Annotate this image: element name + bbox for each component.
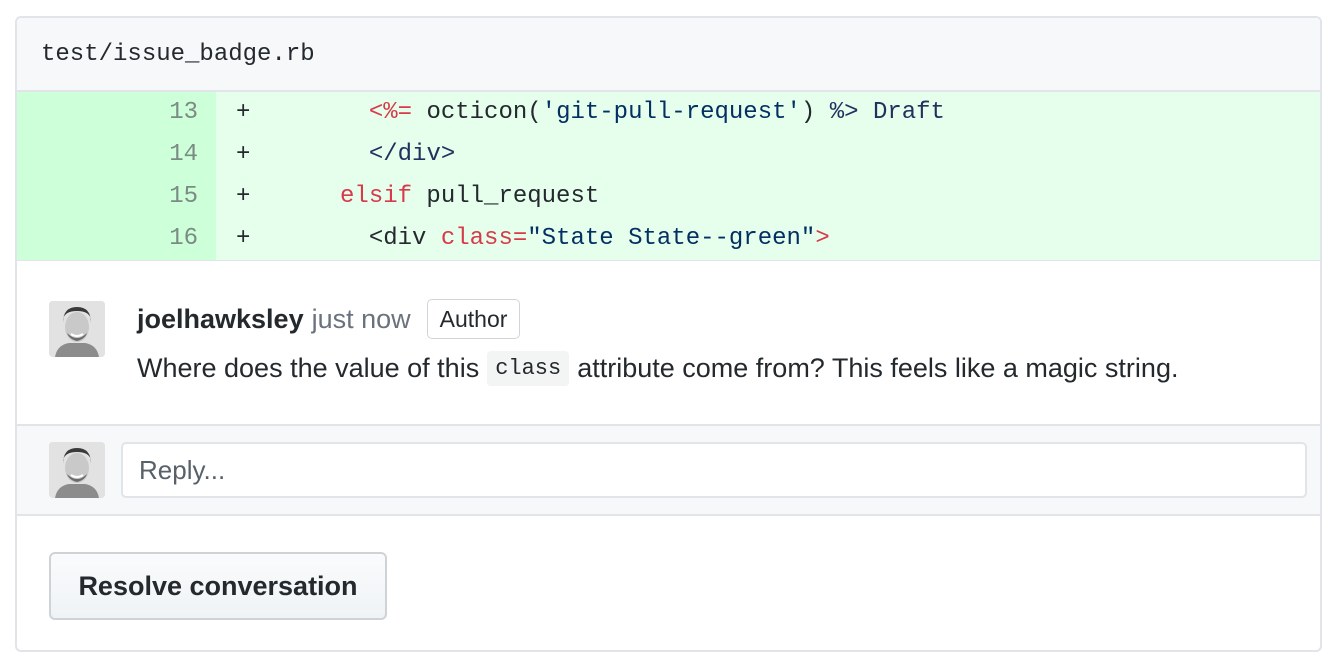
- author-badge: Author: [426, 299, 521, 339]
- comment-text-before: Where does the value of this: [137, 353, 480, 383]
- code-token: elsif: [340, 183, 413, 210]
- avatar-photo-icon: [49, 442, 105, 498]
- diff-addition-marker: +: [236, 141, 251, 168]
- code-token: ): [800, 99, 830, 126]
- code-token: >: [815, 225, 830, 252]
- reply-avatar: [49, 442, 105, 498]
- code-token: <%=: [368, 99, 413, 126]
- comment-text-after: attribute come from? This feels like a m…: [577, 353, 1179, 383]
- line-number[interactable]: 13: [17, 92, 216, 134]
- diff-addition-marker: +: [236, 99, 251, 126]
- diff-line: 16 + <div class="State State--green">: [17, 218, 1320, 260]
- line-number[interactable]: 15: [17, 176, 216, 218]
- code-line: + <%= octicon('git-pull-request') %> Dra…: [216, 92, 1320, 134]
- code-token: octicon(: [412, 99, 542, 126]
- code-token: Draft: [858, 99, 945, 126]
- code-token: 'git-pull-request': [541, 99, 801, 126]
- comment-header: joelhawksley just now Author: [137, 299, 521, 339]
- code-line: + </div>: [216, 134, 1320, 176]
- comment-body: Where does the value of this class attribu…: [137, 351, 1178, 386]
- avatar[interactable]: [49, 301, 105, 357]
- diff-line: 13 + <%= octicon('git-pull-request') %> D…: [17, 92, 1320, 134]
- code-token: </div>: [368, 141, 456, 168]
- code-token: "State State--green": [527, 225, 816, 252]
- diff-line: 14 + </div>: [17, 134, 1320, 176]
- diff-line: 15 + elsif pull_request: [17, 176, 1320, 218]
- reply-input[interactable]: [121, 442, 1307, 498]
- code-token: <div: [368, 225, 441, 252]
- inline-code: class: [487, 351, 570, 386]
- line-number[interactable]: 16: [17, 218, 216, 260]
- code-token: pull_request: [412, 183, 600, 210]
- diff-addition-marker: +: [236, 183, 251, 210]
- author-link[interactable]: joelhawksley: [137, 304, 304, 335]
- review-comment: joelhawksley just now Author Where does …: [17, 260, 1320, 426]
- code-token: %>: [829, 99, 859, 126]
- diff-table: 13 + <%= octicon('git-pull-request') %> D…: [17, 92, 1320, 260]
- file-path[interactable]: test/issue_badge.rb: [41, 41, 315, 68]
- comment-timestamp[interactable]: just now: [312, 304, 411, 335]
- code-line: + elsif pull_request: [216, 176, 1320, 218]
- avatar-photo-icon: [49, 301, 105, 357]
- code-token: class=: [440, 225, 528, 252]
- code-line: + <div class="State State--green">: [216, 218, 1320, 260]
- file-header: test/issue_badge.rb: [17, 18, 1320, 92]
- reply-bar: [17, 426, 1320, 516]
- diff-addition-marker: +: [236, 225, 251, 252]
- resolve-conversation-button[interactable]: Resolve conversation: [49, 552, 387, 620]
- line-number[interactable]: 14: [17, 134, 216, 176]
- review-thread-card: test/issue_badge.rb 13 + <%= octicon('git…: [15, 16, 1322, 652]
